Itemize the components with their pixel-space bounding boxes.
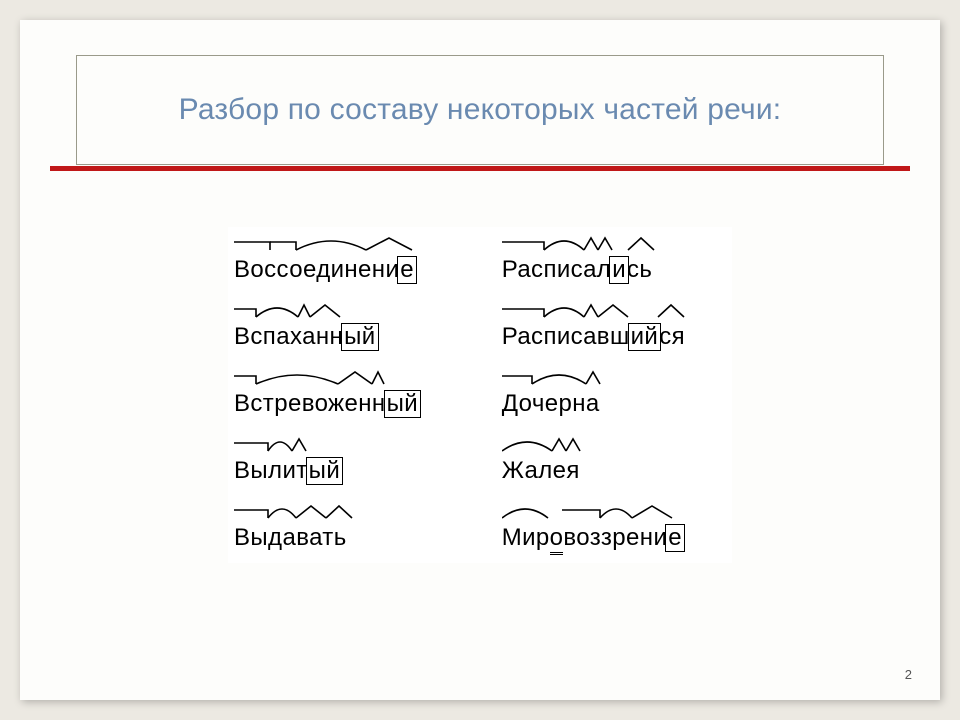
word-cell: Вылитый [228,428,496,495]
word-text: Воссоединение [234,256,415,284]
word-cell: Жалея [496,428,732,495]
word-cell: Выдавать [228,495,496,562]
word-cell: Мировоззрение [496,495,732,562]
word-text: Мировоззрение [502,524,683,552]
word-cell: Вспаханный [228,294,496,361]
word-cell: Встревоженный [228,361,496,428]
morpheme-diagram: Воссоединение Расписались Вспаханный Рас… [228,227,732,563]
word-cell: Дочерна [496,361,732,428]
word-cell: Расписались [496,227,732,294]
morpheme-marks [502,437,702,459]
morpheme-marks [502,370,702,392]
word-text: Выдавать [234,524,347,552]
word-cell: Расписавшийся [496,294,732,361]
morpheme-marks [234,504,434,526]
title-box: Разбор по составу некоторых частей речи: [76,55,884,165]
word-cell: Воссоединение [228,227,496,294]
word-text: Вылитый [234,457,341,485]
slide: Разбор по составу некоторых частей речи:… [20,20,940,700]
word-text: Жалея [502,457,580,485]
word-text: Встревоженный [234,390,419,418]
word-text: Расписавшийся [502,323,685,351]
word-text: Дочерна [502,390,600,418]
word-text: Вспаханный [234,323,377,351]
slide-title: Разбор по составу некоторых частей речи: [179,93,782,127]
divider [50,166,910,171]
morpheme-table: Воссоединение Расписались Вспаханный Рас… [228,227,732,563]
page-number: 2 [905,667,912,682]
word-text: Расписались [502,256,653,284]
